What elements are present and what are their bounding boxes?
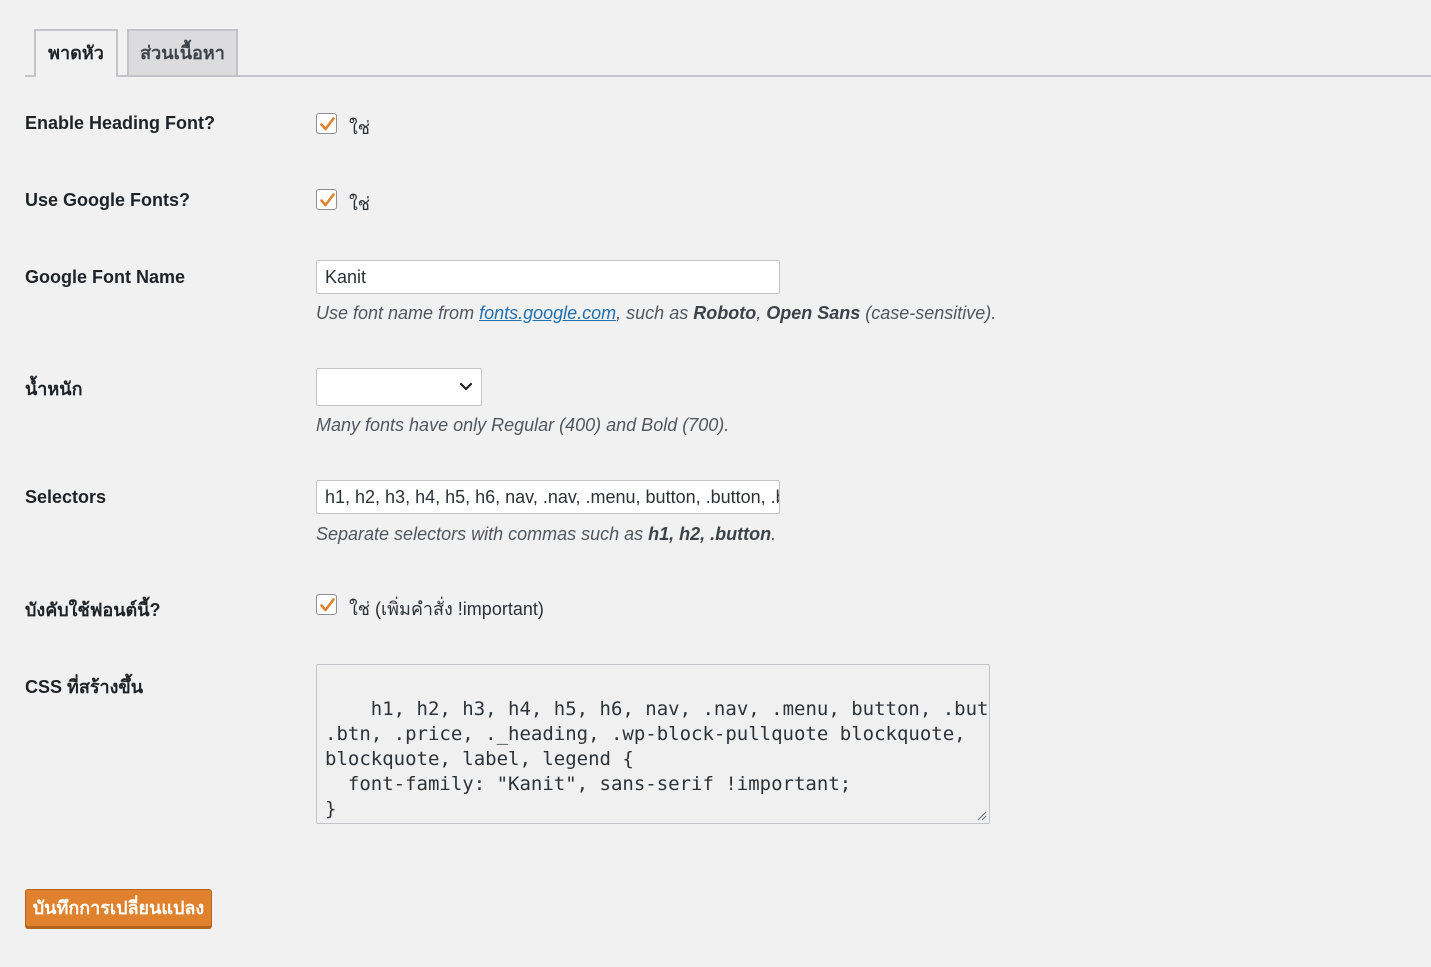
use-google-fonts-checkbox[interactable] (316, 189, 337, 210)
example-selectors: h1, h2, .button (648, 524, 772, 544)
checkmark-icon (320, 117, 335, 131)
selectors-input[interactable]: h1, h2, h3, h4, h5, h6, nav, .nav, .menu… (316, 480, 780, 514)
font-weight-description: Many fonts have only Regular (400) and B… (316, 415, 730, 435)
description-text: Use font name from (316, 303, 480, 323)
settings-page: พาดหัว ส่วนเนื้อหา Enable Heading Font? … (0, 0, 1431, 967)
google-font-name-input[interactable]: Kanit (316, 260, 780, 294)
font-weight-select[interactable] (316, 368, 482, 406)
google-font-name-label: Google Font Name (25, 267, 186, 287)
enable-heading-font-label: Enable Heading Font? (25, 113, 216, 133)
checkmark-icon (320, 598, 335, 612)
force-font-label: บังคับใช้ฟอนต์นี้? (25, 600, 161, 620)
description-text: (case-sensitive). (860, 303, 997, 323)
force-font-option: ใช่ (เพิ่มคำสั่ง !important) (349, 599, 544, 619)
tab-bar: พาดหัว ส่วนเนื้อหา (0, 0, 1431, 77)
font-weight-label: น้ำหนัก (25, 379, 83, 399)
generated-css-label: CSS ที่สร้างขึ้น (25, 677, 144, 697)
google-fonts-link[interactable]: fonts.google.com (479, 303, 616, 323)
google-font-name-description: Use font name from fonts.google.com, suc… (316, 303, 996, 324)
description-text: , (756, 303, 767, 323)
tab-bar-divider (25, 75, 1431, 77)
save-changes-button[interactable]: บันทึกการเปลี่ยนแปลง (25, 889, 212, 927)
description-text: , such as (616, 303, 694, 323)
generated-css-textarea[interactable]: h1, h2, h3, h4, h5, h6, nav, .nav, .menu… (316, 664, 990, 824)
selectors-label: Selectors (25, 487, 107, 507)
enable-heading-font-checkbox[interactable] (316, 113, 337, 134)
use-google-fonts-option: ใช่ (349, 194, 371, 214)
example-font-open-sans: Open Sans (766, 303, 861, 323)
resize-handle-icon[interactable] (975, 809, 987, 821)
description-text: Separate selectors with commas such as (316, 524, 649, 544)
selectors-description: Separate selectors with commas such as h… (316, 524, 776, 545)
description-text: . (771, 524, 777, 544)
tab-heading[interactable]: พาดหัว (34, 29, 118, 77)
force-font-checkbox[interactable] (316, 594, 337, 615)
tab-content[interactable]: ส่วนเนื้อหา (127, 29, 238, 75)
use-google-fonts-label: Use Google Fonts? (25, 190, 191, 210)
checkmark-icon (320, 193, 335, 207)
chevron-down-icon (459, 382, 473, 391)
enable-heading-font-option: ใช่ (349, 118, 371, 138)
generated-css-code: h1, h2, h3, h4, h5, h6, nav, .nav, .menu… (325, 698, 989, 820)
example-font-roboto: Roboto (693, 303, 757, 323)
